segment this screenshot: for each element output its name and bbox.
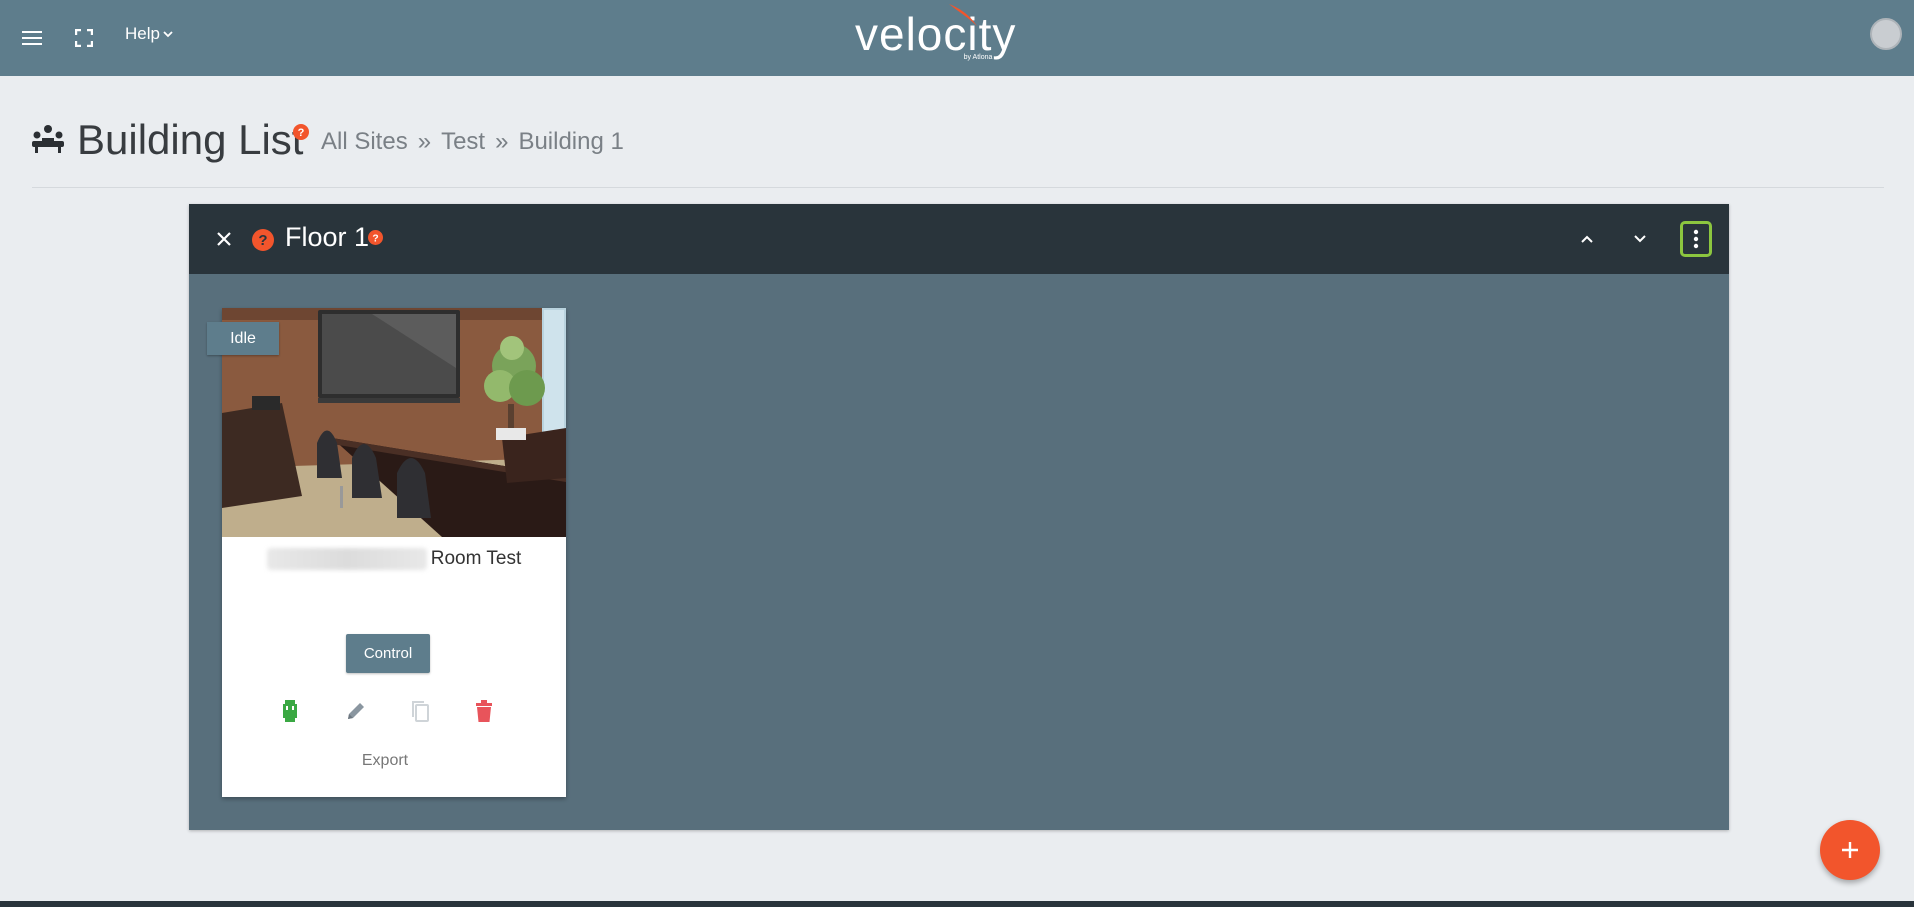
bottom-bar	[0, 901, 1914, 907]
header-divider	[32, 187, 1884, 188]
breadcrumb: All Sites » Test » Building 1	[321, 128, 624, 156]
chevron-down-icon[interactable]	[1629, 228, 1651, 250]
status-badge: Idle	[207, 322, 279, 355]
svg-text:?: ?	[298, 127, 305, 139]
breadcrumb-all-sites[interactable]: All Sites	[321, 128, 408, 156]
help-label: Help	[125, 24, 160, 43]
copy-icon[interactable]	[408, 698, 432, 724]
device-icon[interactable]	[278, 698, 302, 724]
add-button[interactable]	[1820, 820, 1880, 880]
room-card: Room Test Control Export	[222, 308, 566, 797]
breadcrumb-building-1[interactable]: Building 1	[518, 128, 623, 156]
export-link[interactable]: Export	[222, 752, 548, 770]
floor-header: ? Floor 1 ?	[189, 204, 1729, 274]
breadcrumb-separator: »	[417, 128, 432, 155]
more-options-button[interactable]	[1680, 221, 1712, 257]
room-name-text: Room Test	[430, 548, 522, 569]
plus-icon	[1842, 842, 1858, 858]
status-question-icon[interactable]: ?	[251, 228, 275, 252]
floor-help-icon[interactable]: ?	[368, 230, 383, 250]
breadcrumb-separator: »	[495, 128, 509, 155]
hamburger-menu-icon[interactable]	[16, 22, 48, 54]
edit-icon[interactable]	[344, 698, 368, 724]
logo-text: velocity	[855, 8, 1017, 60]
delete-icon[interactable]	[472, 698, 496, 724]
chevron-down-icon	[163, 31, 173, 38]
breadcrumb-test[interactable]: Test	[441, 128, 485, 156]
logo-swoosh-icon	[949, 4, 977, 26]
building-list-icon	[30, 124, 66, 159]
velocity-logo: velocity by Atlona	[855, 4, 1017, 70]
floor-title: Floor 1	[285, 222, 370, 252]
close-icon[interactable]	[213, 228, 235, 250]
top-bar: Help velocity by Atlona	[0, 0, 1914, 76]
fullscreen-icon[interactable]	[68, 22, 100, 54]
vertical-dots-icon	[1693, 229, 1699, 249]
page-title: Building List	[77, 116, 304, 163]
room-name: Room Test	[222, 548, 566, 570]
help-menu[interactable]: Help	[125, 24, 173, 44]
svg-text:?: ?	[258, 232, 267, 249]
avatar[interactable]	[1870, 18, 1902, 50]
redacted-text	[266, 548, 427, 570]
help-question-icon[interactable]: ?	[293, 124, 309, 145]
control-button[interactable]: Control	[346, 634, 430, 673]
chevron-up-icon[interactable]	[1576, 228, 1598, 250]
svg-text:?: ?	[372, 233, 378, 244]
